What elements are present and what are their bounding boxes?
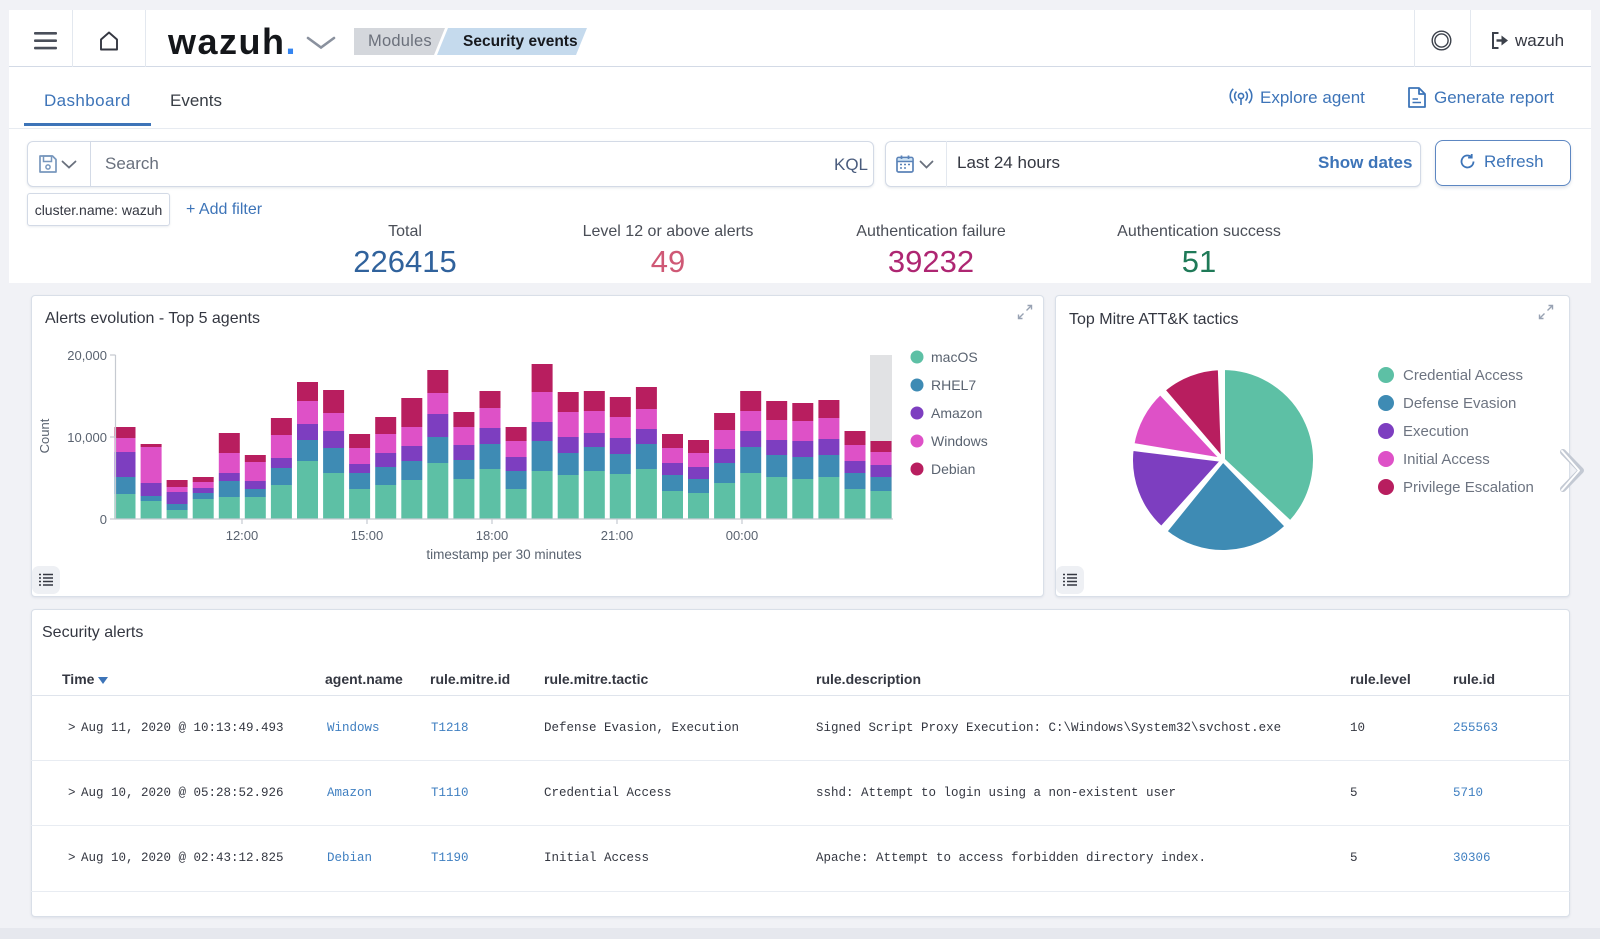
svg-text:Count: Count — [37, 418, 52, 453]
svg-text:macOS: macOS — [931, 349, 978, 365]
svg-text:Privilege Escalation: Privilege Escalation — [1403, 479, 1534, 496]
svg-text:Execution: Execution — [1403, 423, 1469, 440]
svg-text:RHEL7: RHEL7 — [931, 377, 976, 393]
svg-text:21:00: 21:00 — [601, 528, 634, 543]
svg-text:20,000: 20,000 — [67, 348, 107, 363]
svg-text:timestamp per 30 minutes: timestamp per 30 minutes — [426, 547, 582, 562]
svg-text:15:00: 15:00 — [351, 528, 384, 543]
svg-text:10,000: 10,000 — [67, 430, 107, 445]
svg-text:0: 0 — [100, 512, 107, 527]
svg-text:12:00: 12:00 — [226, 528, 259, 543]
svg-text:Credential Access: Credential Access — [1403, 367, 1523, 384]
svg-text:00:00: 00:00 — [726, 528, 759, 543]
svg-text:Debian: Debian — [931, 461, 975, 477]
svg-text:Amazon: Amazon — [931, 405, 982, 421]
svg-text:Defense Evasion: Defense Evasion — [1403, 395, 1516, 412]
svg-text:Initial Access: Initial Access — [1403, 451, 1490, 468]
svg-text:18:00: 18:00 — [476, 528, 509, 543]
svg-text:Windows: Windows — [931, 433, 988, 449]
